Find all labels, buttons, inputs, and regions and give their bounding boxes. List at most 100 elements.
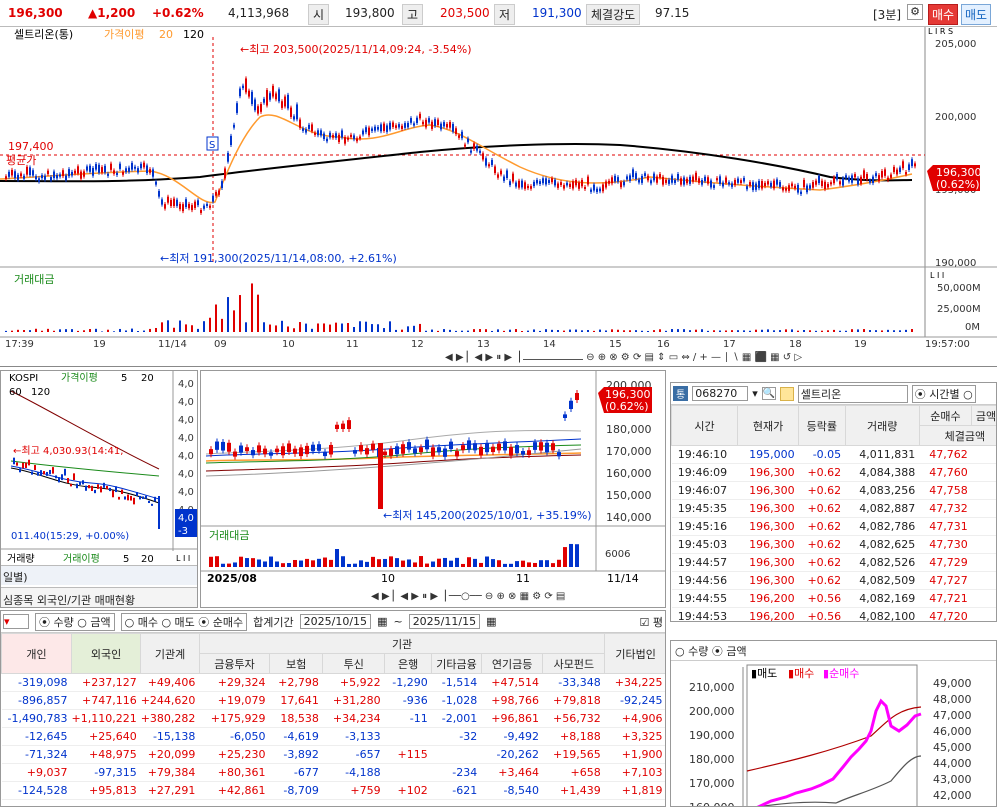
daily-volume-bar — [311, 560, 315, 567]
kospi-candle — [85, 485, 87, 491]
daily-toolbar[interactable]: ◀ ▶ ▏◀ ▶ ⏸ ▶▕ ──○── ⊖ ⊕ ⊗ ▦ ⚙ ⟳ ▤ — [371, 589, 565, 602]
candle-body — [101, 167, 103, 173]
kospi-ma2: 20 — [141, 373, 154, 384]
scroll-right-icon[interactable]: ▶ — [456, 352, 464, 363]
candle-body — [68, 169, 70, 177]
investor-row[interactable]: -124,528 +95,813 +27,291 +42,861 -8,709 +759 +… — [1, 781, 665, 800]
chart-toolbar[interactable]: ◀ ▶ ▏◀ ▶ ⏸ ▶▕ ⊖ ⊕ ⊗ ⚙ ⟳ ▤ ⇕ ▭ ⇔ / + — ∣ … — [445, 352, 925, 366]
daily-candle — [431, 447, 435, 457]
date-from-input[interactable]: 2025/10/15 — [299, 614, 372, 629]
mode-radio[interactable]: ⦿ 시간별 ○ — [911, 384, 976, 403]
candle-body — [611, 177, 613, 184]
candle-body — [113, 170, 115, 174]
volume-bar — [767, 329, 769, 332]
candle-body — [464, 144, 466, 147]
mini-unit-radio[interactable]: ○ 수량 ⦿ 금액 — [671, 641, 996, 661]
main-chart[interactable]: 205,000 200,000 195,000 190,000 50,000M … — [0, 27, 997, 367]
trade-row[interactable]: 19:45:16 196,300 +0.62 4,082,786 47,731 — [671, 517, 996, 536]
investor-row[interactable]: -1,490,783 +1,110,221 +380,282 +175,929 18,5… — [1, 709, 665, 728]
trade-row[interactable]: 19:44:53 196,200 +0.56 4,082,100 47,720 — [671, 607, 996, 621]
candle-body — [212, 195, 214, 202]
investor-row[interactable]: +9,037 -97,315 +79,384 +80,361 -677 -4,188 -23… — [1, 763, 665, 782]
volume-bar — [815, 330, 817, 332]
candle-body — [389, 122, 391, 130]
main-chart-panel: 205,000 200,000 195,000 190,000 50,000M … — [0, 27, 997, 367]
tab-investor-trades[interactable]: 심종목 외국인/기관 매매현황 — [1, 587, 197, 607]
trade-cell: 47,727 — [919, 571, 972, 590]
trade-row[interactable]: 19:46:07 196,300 +0.62 4,083,256 47,758 — [671, 481, 996, 500]
gear-icon[interactable]: ⚙ — [907, 4, 923, 20]
candle-body — [110, 163, 112, 170]
volume-bar — [299, 322, 301, 332]
daily-chart[interactable]: 200,000190,000180,000170,000160,000150,0… — [201, 371, 666, 608]
code-input[interactable]: 068270 — [692, 386, 749, 401]
trade-row[interactable]: 19:45:03 196,300 +0.62 4,082,625 47,730 — [671, 535, 996, 554]
legend-net: ▮순매수 — [823, 667, 859, 680]
daily-volume-bar — [479, 562, 483, 567]
trade-cell: 4,082,786 — [845, 517, 920, 536]
col-other-corp: 기타법인 — [604, 633, 665, 674]
investor-row[interactable]: -71,324 +48,975 +20,099 +25,230 -3,892 -657 +1… — [1, 745, 665, 764]
candle-body — [149, 169, 151, 173]
volume-bar — [755, 329, 757, 332]
trade-row[interactable]: 19:46:09 196,300 +0.62 4,084,388 47,760 — [671, 463, 996, 482]
investor-row[interactable]: -319,098 +237,127 +49,406 +29,324 +2,798 +5,9… — [1, 673, 665, 692]
period-selector[interactable]: [3분] — [873, 6, 901, 23]
trade-row[interactable]: 19:44:56 196,300 +0.62 4,082,509 47,727 — [671, 571, 996, 590]
daily-volume-bar — [233, 562, 237, 567]
candle-body — [746, 186, 748, 190]
volume-bar — [341, 323, 343, 332]
ma-20: 20 — [159, 28, 173, 41]
unit-radio[interactable]: ⦿ 수량 ○ 금액 — [35, 612, 115, 631]
check-option[interactable]: ☑ 평 — [640, 614, 663, 630]
side-radio[interactable]: ○ 매수 ○ 매도 ⦿ 순매수 — [120, 612, 248, 631]
trade-row[interactable]: 19:45:35 196,300 +0.62 4,082,887 47,732 — [671, 499, 996, 518]
investor-cell: -124,528 — [1, 781, 72, 800]
volume-bar — [857, 329, 859, 332]
daily-volume-bar — [209, 556, 213, 567]
investor-cell: -1,028 — [431, 691, 482, 710]
trade-row[interactable]: 19:44:55 196,200 +0.56 4,082,169 47,721 — [671, 589, 996, 608]
sell-button[interactable]: 매도 — [961, 4, 992, 25]
calendar-icon[interactable]: ▦ — [486, 615, 496, 628]
daily-candle — [329, 444, 333, 455]
daily-candle — [251, 450, 255, 456]
mini-y-left-tick: 200,000 — [689, 705, 735, 718]
zoom-slider[interactable] — [522, 359, 583, 360]
candle-body — [290, 107, 292, 117]
chevron-down-icon[interactable]: ▾ — [752, 387, 758, 400]
trade-row[interactable]: 19:44:57 196,300 +0.62 4,082,526 47,729 — [671, 553, 996, 572]
scroll-left-icon[interactable]: ◀ — [445, 352, 453, 363]
buy-button[interactable]: 매수 — [928, 4, 959, 25]
candle-body — [200, 209, 202, 213]
candle-body — [83, 171, 85, 177]
investor-row[interactable]: -12,645 +25,640 -15,138 -6,050 -4,619 -3,133 -… — [1, 727, 665, 746]
candle-body — [440, 123, 442, 130]
investor-cell: +759 — [322, 781, 385, 800]
candle-body — [500, 170, 502, 175]
tool-icons[interactable]: ⊗ ⚙ ⟳ ▤ ⇕ ▭ ⇔ / + — ∣ ∖ ▦ ⬛ ▦ ↺ ▷ — [609, 352, 802, 363]
dropdown[interactable]: ▾ — [3, 614, 29, 629]
candle-body — [908, 164, 910, 170]
volume-bar — [83, 330, 85, 332]
tab-daily[interactable]: 일별) — [1, 565, 197, 585]
candle-body — [560, 182, 562, 186]
kospi-candle — [109, 487, 111, 492]
date-to-input[interactable]: 2025/11/15 — [408, 614, 481, 629]
volume-bar — [665, 330, 667, 332]
kospi-candle — [115, 486, 117, 493]
candle-body — [752, 182, 754, 191]
investor-cell: -97,315 — [71, 763, 141, 782]
search-icon[interactable]: 🔍 — [761, 387, 776, 400]
calendar-icon[interactable]: ▦ — [377, 615, 387, 628]
investor-row[interactable]: -896,857 +747,116 +244,620 +19,079 17,641 +31… — [1, 691, 665, 710]
trade-cell: 4,082,169 — [845, 589, 920, 608]
volume-bar — [47, 328, 49, 332]
price-change: ▲1,200 — [88, 6, 136, 20]
folder-icon[interactable] — [779, 386, 794, 401]
daily-vol-label: 거래대금 — [209, 529, 249, 542]
candle-body — [386, 125, 388, 132]
trade-row[interactable]: 19:46:10 195,000 -0.05 4,011,831 47,762 — [671, 445, 996, 464]
candle-body — [608, 180, 610, 184]
volume-bar — [773, 330, 775, 332]
